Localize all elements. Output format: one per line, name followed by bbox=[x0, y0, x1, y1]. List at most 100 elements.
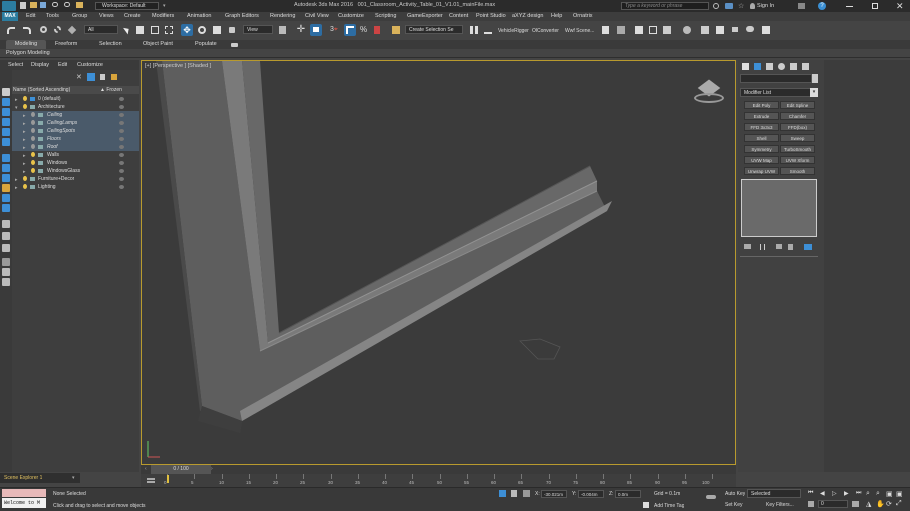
set-key-button[interactable]: Set Key bbox=[725, 502, 743, 508]
list-item[interactable]: ▸ Ceiling bbox=[12, 111, 139, 119]
menu-views[interactable]: Views bbox=[99, 13, 114, 19]
unwrap-uvw-button[interactable]: Unwrap UVW bbox=[744, 167, 779, 175]
utilities-tab-icon[interactable] bbox=[802, 63, 809, 70]
freeze-icon[interactable] bbox=[119, 105, 124, 109]
menu-edit[interactable]: Edit bbox=[26, 13, 35, 19]
edit-spline-button[interactable]: Edit Spline bbox=[780, 101, 815, 109]
list-item[interactable]: ▸ Walls bbox=[12, 151, 139, 159]
pin-stack-icon[interactable] bbox=[744, 244, 751, 249]
window-crossing-icon[interactable] bbox=[163, 24, 175, 36]
display-helpers-icon[interactable] bbox=[2, 138, 10, 146]
tab-object-paint[interactable]: Object Paint bbox=[143, 41, 173, 47]
maxscript-mini-listener[interactable] bbox=[2, 489, 46, 497]
shell-button[interactable]: Shell bbox=[744, 134, 779, 142]
menu-gameexporter[interactable]: GameExporter bbox=[407, 13, 443, 19]
list-item[interactable]: ▸ Furniture+Decor bbox=[12, 175, 139, 183]
go-to-start-icon[interactable]: ⏮ bbox=[808, 490, 813, 497]
column-name-header[interactable]: Name (Sorted Ascending) bbox=[13, 87, 99, 93]
list-item[interactable]: ▸ WindowsGlass bbox=[12, 167, 139, 175]
modify-tab-icon[interactable] bbox=[754, 63, 761, 70]
bulb-icon[interactable] bbox=[23, 176, 27, 181]
display-cameras-icon[interactable] bbox=[2, 128, 10, 136]
orbit-icon[interactable]: ⟳ bbox=[886, 500, 892, 508]
list-item[interactable]: ▸ Lighting bbox=[12, 183, 139, 191]
pivot-center-icon[interactable] bbox=[277, 24, 289, 36]
freeze-icon[interactable] bbox=[119, 113, 124, 117]
menu-customize[interactable]: Customize bbox=[338, 13, 364, 19]
remove-modifier-icon[interactable] bbox=[788, 244, 793, 250]
bind-space-warp-icon[interactable] bbox=[66, 24, 78, 36]
tab-modeling[interactable]: Modeling bbox=[6, 40, 46, 49]
time-slider-thumb[interactable]: 0 / 100 bbox=[151, 465, 211, 474]
olconverter-button[interactable]: OlConverter bbox=[532, 28, 559, 34]
layer-explorer-icon[interactable] bbox=[600, 24, 612, 36]
bulb-icon[interactable] bbox=[23, 96, 27, 101]
play-icon[interactable]: ▷ bbox=[832, 490, 837, 497]
redo-icon[interactable] bbox=[64, 2, 70, 7]
viewport-perspective[interactable]: [+] [Perspective ] [Shaded ] bbox=[141, 60, 736, 465]
pan-icon[interactable]: ✋ bbox=[876, 500, 885, 508]
project-folder-icon[interactable] bbox=[76, 2, 83, 8]
rendered-frame-window-icon[interactable] bbox=[699, 24, 711, 36]
select-all-icon[interactable] bbox=[2, 88, 10, 96]
menu-graph-editors[interactable]: Graph Editors bbox=[225, 13, 259, 19]
turbosmooth-button[interactable]: TurboSmooth bbox=[780, 145, 815, 153]
zoom-icon[interactable]: ⌕ bbox=[866, 490, 870, 498]
maxscript-listener[interactable]: Welcome to M bbox=[2, 498, 46, 508]
key-icon[interactable] bbox=[706, 495, 716, 499]
freeze-icon[interactable] bbox=[119, 97, 124, 101]
mini-curve-editor-icon[interactable] bbox=[147, 476, 157, 484]
clear-filter-icon[interactable]: ✕ bbox=[76, 73, 82, 81]
undo-icon[interactable] bbox=[52, 2, 58, 7]
bulb-icon[interactable] bbox=[31, 128, 35, 133]
bulb-icon[interactable] bbox=[31, 144, 35, 149]
freeze-icon[interactable] bbox=[119, 185, 124, 189]
explorer-menu-display[interactable]: Display bbox=[31, 62, 49, 68]
menu-scripting[interactable]: Scripting bbox=[375, 13, 396, 19]
user-icon[interactable] bbox=[750, 3, 755, 9]
bulb-icon[interactable] bbox=[31, 112, 35, 117]
object-color-swatch[interactable] bbox=[812, 74, 818, 83]
select-and-rotate-icon[interactable] bbox=[196, 24, 208, 36]
bulb-icon[interactable] bbox=[31, 136, 35, 141]
expand-arrow-icon[interactable]: ▸ bbox=[15, 184, 18, 192]
display-lights-icon[interactable] bbox=[2, 118, 10, 126]
display-none-icon[interactable] bbox=[2, 244, 10, 252]
smooth-button[interactable]: Smooth bbox=[780, 167, 815, 175]
mirror-icon[interactable] bbox=[468, 24, 480, 36]
app-logo[interactable] bbox=[2, 1, 16, 11]
angle-snap-icon[interactable] bbox=[344, 24, 356, 36]
polygon-modeling-label[interactable]: Polygon Modeling bbox=[6, 50, 50, 56]
hierarchy-tab-icon[interactable] bbox=[766, 63, 773, 70]
time-slider[interactable]: ‹ 0 / 100 › bbox=[141, 465, 736, 474]
search-icon[interactable] bbox=[713, 3, 719, 9]
schematic-view-icon[interactable] bbox=[647, 24, 659, 36]
help-icon[interactable]: ? bbox=[818, 2, 826, 10]
align-icon[interactable] bbox=[482, 24, 494, 36]
bulb-icon[interactable] bbox=[23, 104, 27, 109]
curve-editor-icon[interactable] bbox=[633, 24, 645, 36]
lock-icon[interactable] bbox=[100, 74, 105, 80]
selection-filter-dropdown[interactable]: All bbox=[84, 25, 118, 34]
bulb-icon[interactable] bbox=[31, 168, 35, 173]
maximize-icon[interactable] bbox=[872, 3, 878, 9]
y-coordinate-field[interactable]: -0.004m bbox=[578, 490, 604, 498]
wwf-scene-button[interactable]: Wwf Scene... bbox=[565, 28, 594, 34]
list-item[interactable]: ▸ Windows bbox=[12, 159, 139, 167]
freeze-icon[interactable] bbox=[119, 121, 124, 125]
track-bar[interactable]: 0 5 10 15 20 25 30 35 40 45 50 55 60 65 70 75 80 85 90 95 10… bbox=[141, 474, 736, 487]
select-by-name-icon[interactable] bbox=[134, 24, 146, 36]
viewcube-icon[interactable] bbox=[694, 79, 724, 105]
unlink-icon[interactable] bbox=[52, 24, 64, 36]
snaps-toggle-icon[interactable]: 3⌖ bbox=[328, 24, 340, 36]
modifier-stack[interactable] bbox=[741, 179, 817, 237]
select-object-icon[interactable] bbox=[121, 24, 133, 36]
render-production-icon[interactable] bbox=[714, 24, 726, 36]
link-icon[interactable] bbox=[38, 24, 50, 36]
bulb-icon[interactable] bbox=[31, 120, 35, 125]
menu-animation[interactable]: Animation bbox=[187, 13, 211, 19]
filter-icon[interactable] bbox=[2, 258, 10, 266]
named-selection-dropdown[interactable]: Create Selection Se bbox=[405, 25, 463, 34]
object-name-field[interactable] bbox=[740, 74, 812, 83]
select-manipulate-icon[interactable]: ✛ bbox=[295, 24, 307, 36]
